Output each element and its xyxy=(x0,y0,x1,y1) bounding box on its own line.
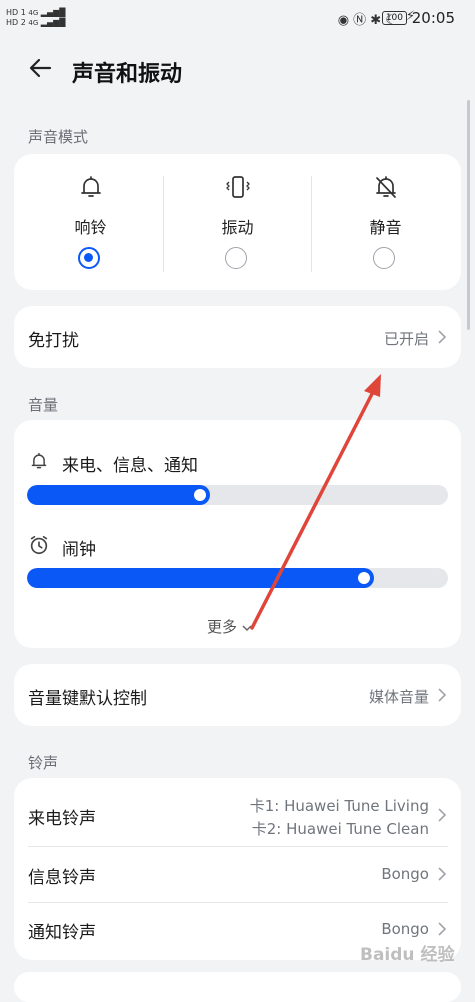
annotation-arrow xyxy=(250,374,381,630)
